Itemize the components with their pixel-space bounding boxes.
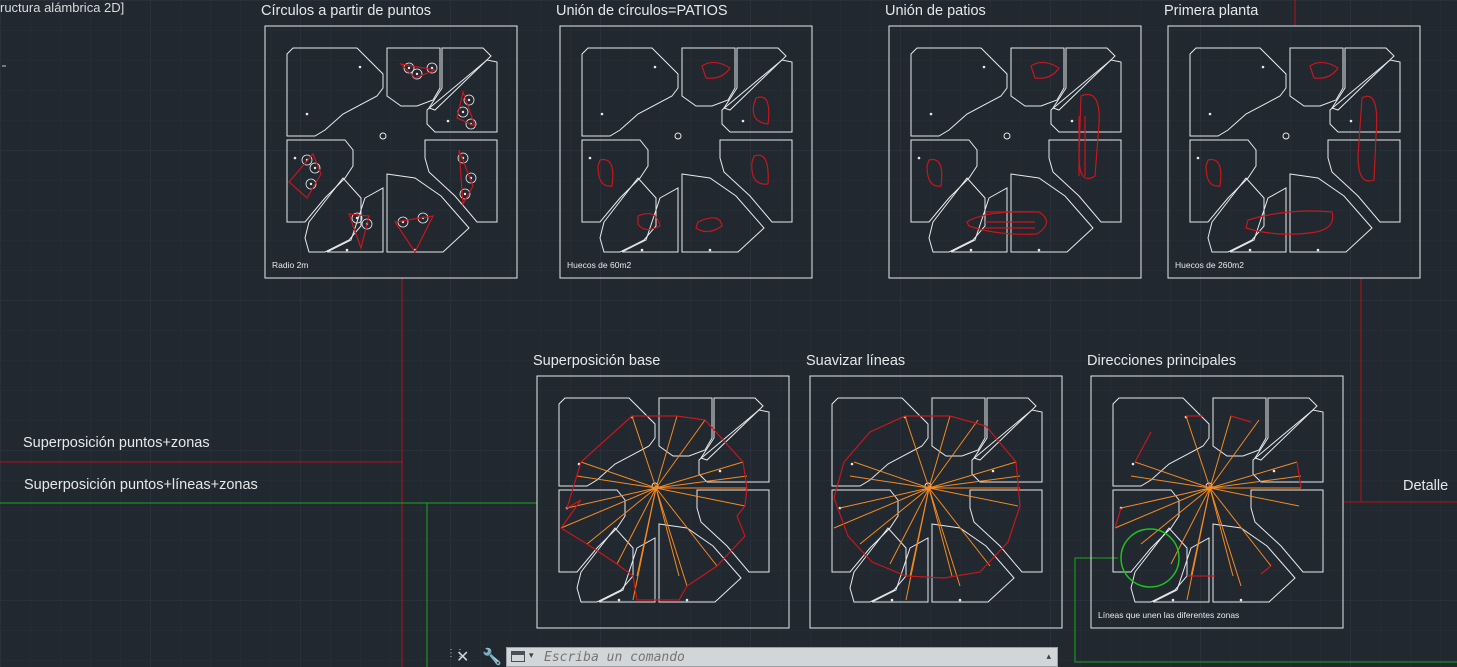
wrench-icon[interactable]: 🔧 bbox=[482, 647, 502, 667]
panel-caption: Líneas que unen las diferentes zonas bbox=[1098, 610, 1239, 620]
survey-point bbox=[293, 156, 297, 160]
survey-point bbox=[718, 469, 722, 473]
survey-point bbox=[1248, 248, 1252, 252]
survey-point bbox=[1261, 65, 1265, 69]
chevron-down-icon[interactable]: ▾ bbox=[529, 650, 534, 661]
command-line-bar: ⋮⋮ ✕ 🔧 ▾ ▴ bbox=[440, 646, 1457, 667]
label-detail: Detalle bbox=[1403, 478, 1449, 494]
survey-point bbox=[982, 65, 986, 69]
panel-caption: Radio 2m bbox=[272, 260, 308, 270]
survey-point bbox=[890, 598, 894, 602]
survey-point bbox=[929, 112, 933, 116]
panel-title-first-floor: Primera planta bbox=[1164, 3, 1259, 19]
survey-point bbox=[588, 156, 592, 160]
survey-point bbox=[1196, 156, 1200, 160]
panel-title-main-directions: Direcciones principales bbox=[1087, 353, 1237, 369]
panel-title-circles: Círculos a partir de puntos bbox=[261, 3, 432, 19]
survey-point bbox=[463, 192, 467, 196]
survey-point bbox=[600, 112, 604, 116]
survey-point bbox=[355, 216, 359, 220]
viewport-label[interactable]: ructura alámbrica 2D] bbox=[0, 0, 124, 15]
survey-point bbox=[1316, 248, 1320, 252]
hub-point bbox=[654, 486, 658, 490]
panel-title-smooth-lines: Suavizar líneas bbox=[806, 353, 906, 369]
survey-point bbox=[1037, 248, 1041, 252]
survey-point bbox=[446, 119, 450, 123]
panel-title-base-overlay: Superposición base bbox=[533, 353, 661, 369]
drawing-canvas[interactable]: Radio 2m Huecos de 60m2 Huecos de 260m2 Lín… bbox=[0, 0, 1457, 667]
label-overlay-points-lines-zones: Superposición puntos+líneas+zonas bbox=[24, 477, 258, 493]
panel-caption: Huecos de 60m2 bbox=[567, 260, 632, 270]
terminal-icon[interactable] bbox=[511, 651, 525, 662]
close-icon[interactable]: ✕ bbox=[456, 647, 469, 667]
survey-point bbox=[1131, 462, 1135, 466]
panel-title-union-circles: Unión de círculos=PATIOS bbox=[556, 3, 728, 19]
panel-caption: Huecos de 260m2 bbox=[1175, 260, 1244, 270]
survey-point bbox=[640, 248, 644, 252]
survey-point bbox=[309, 182, 313, 186]
survey-point bbox=[653, 65, 657, 69]
survey-point bbox=[617, 598, 621, 602]
chevron-up-icon[interactable]: ▴ bbox=[1046, 651, 1051, 662]
survey-point bbox=[1171, 598, 1175, 602]
survey-point bbox=[741, 119, 745, 123]
drag-handle[interactable]: ⋮⋮ bbox=[446, 649, 465, 664]
survey-point bbox=[467, 98, 471, 102]
survey-point bbox=[708, 248, 712, 252]
survey-point bbox=[345, 248, 349, 252]
survey-point bbox=[917, 156, 921, 160]
survey-point bbox=[461, 110, 465, 114]
survey-point bbox=[1272, 469, 1276, 473]
survey-point bbox=[1239, 598, 1243, 602]
survey-point bbox=[969, 248, 973, 252]
survey-point bbox=[1349, 119, 1353, 123]
survey-point bbox=[958, 598, 962, 602]
survey-point bbox=[407, 66, 411, 70]
survey-point bbox=[358, 65, 362, 69]
survey-point bbox=[1070, 119, 1074, 123]
survey-point bbox=[415, 72, 419, 76]
label-overlay-points-zones: Superposición puntos+zonas bbox=[23, 435, 210, 451]
survey-point bbox=[991, 469, 995, 473]
command-input-field: ▾ ▴ bbox=[506, 647, 1058, 667]
survey-point bbox=[313, 166, 317, 170]
survey-point bbox=[305, 112, 309, 116]
panel-title-union-patios: Unión de patios bbox=[885, 3, 986, 19]
survey-point bbox=[1208, 112, 1212, 116]
hub-point bbox=[927, 486, 931, 490]
survey-point bbox=[685, 598, 689, 602]
command-input[interactable] bbox=[544, 649, 1024, 665]
survey-point bbox=[850, 462, 854, 466]
hub-point bbox=[1208, 486, 1212, 490]
